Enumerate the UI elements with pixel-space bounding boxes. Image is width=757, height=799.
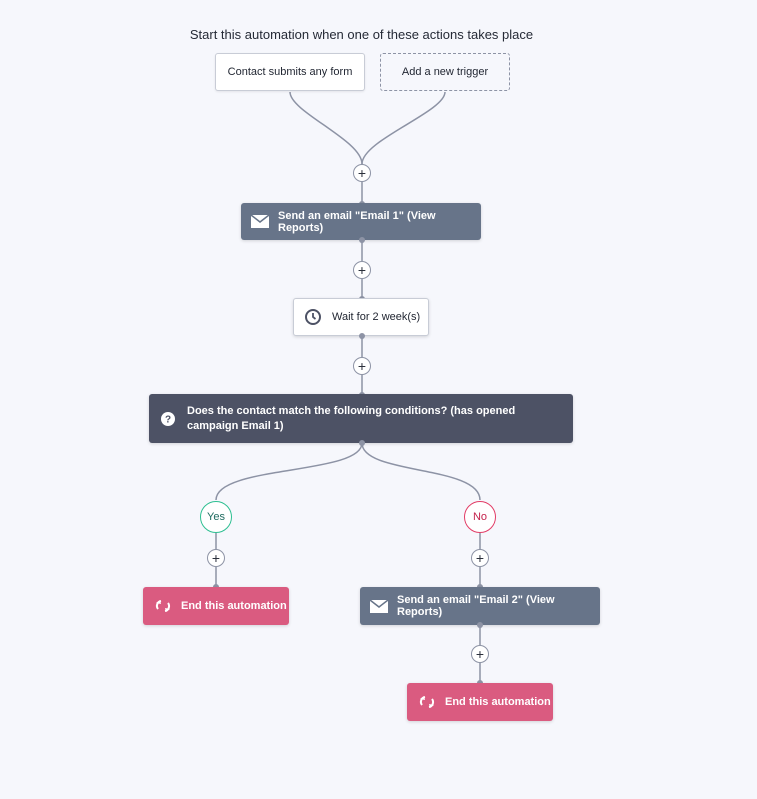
add-step-button[interactable]: + xyxy=(207,549,225,567)
trigger-contact-submits-form[interactable]: Contact submits any form xyxy=(215,53,365,91)
trigger-label: Contact submits any form xyxy=(227,66,353,78)
yes-branch-badge: Yes xyxy=(200,501,232,533)
wait-label: Wait for 2 week(s) xyxy=(332,311,421,323)
end-no-label: End this automation xyxy=(445,696,551,708)
add-trigger-label: Add a new trigger xyxy=(401,66,489,78)
svg-text:?: ? xyxy=(165,414,171,425)
condition-label: Does the contact match the following con… xyxy=(187,404,516,432)
end-automation-yes-node[interactable]: End this automation xyxy=(143,587,289,625)
connector-yes xyxy=(215,442,363,501)
envelope-icon xyxy=(251,215,269,228)
end-yes-label: End this automation xyxy=(181,600,287,612)
add-step-button[interactable]: + xyxy=(353,261,371,279)
add-step-button[interactable]: + xyxy=(471,645,489,663)
end-automation-no-node[interactable]: End this automation xyxy=(407,683,553,721)
send-email-2-node[interactable]: Send an email "Email 2" (View Reports) xyxy=(360,587,600,625)
no-branch-badge: No xyxy=(464,501,496,533)
connector-dot xyxy=(359,333,365,339)
send-email-1-node[interactable]: Send an email "Email 1" (View Reports) xyxy=(241,203,481,240)
connector-trigger2 xyxy=(361,91,446,165)
add-step-button[interactable]: + xyxy=(353,357,371,375)
connector-no xyxy=(361,442,481,501)
email-2-label: Send an email "Email 2" (View Reports) xyxy=(397,594,555,618)
refresh-icon xyxy=(419,695,435,709)
email-1-label: Send an email "Email 1" (View Reports) xyxy=(278,209,436,234)
add-step-button[interactable]: + xyxy=(471,549,489,567)
add-step-button[interactable]: + xyxy=(353,164,371,182)
connector-trigger1 xyxy=(289,91,363,165)
connector-dot xyxy=(477,622,483,628)
question-icon: ? xyxy=(161,411,175,426)
envelope-icon xyxy=(370,599,388,613)
page-title: Start this automation when one of these … xyxy=(189,27,534,42)
wait-node[interactable]: Wait for 2 week(s) xyxy=(293,298,429,336)
refresh-icon xyxy=(155,599,171,613)
connector-dot xyxy=(359,237,365,243)
clock-icon xyxy=(304,308,322,326)
add-trigger-button[interactable]: Add a new trigger xyxy=(380,53,510,91)
connector-dot xyxy=(359,440,365,446)
condition-node[interactable]: ? Does the contact match the following c… xyxy=(149,394,573,443)
